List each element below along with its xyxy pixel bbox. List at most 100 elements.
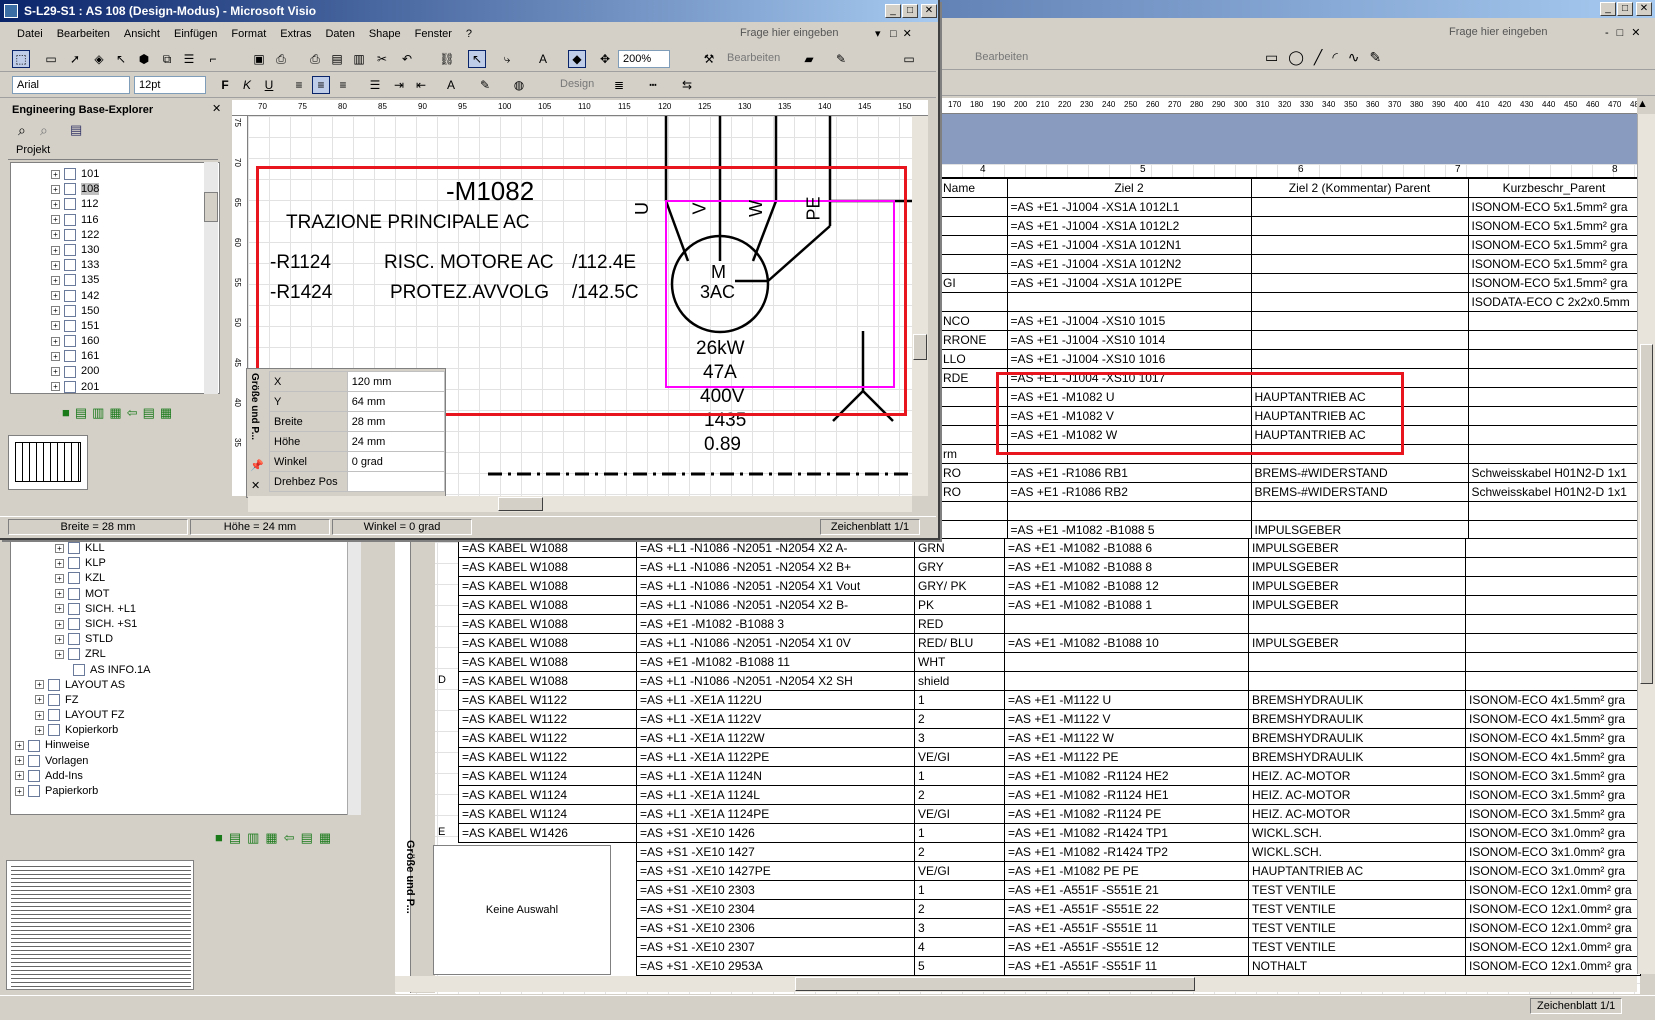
expand-icon[interactable]: +: [51, 351, 60, 361]
tree-item[interactable]: +161: [51, 349, 219, 364]
print-icon[interactable]: ⎙: [272, 50, 290, 68]
property-row[interactable]: X 120 mm: [269, 371, 446, 392]
table-row[interactable]: =AS +S1 -XE10 2303 1 =AS +E1 -A551F -S551E…: [459, 880, 1641, 900]
design-button[interactable]: Design: [560, 78, 594, 90]
table-row[interactable]: =AS KABEL W1088 =AS +L1 -N1086 -N2051 -N2…: [458, 557, 1641, 577]
visio-minimize-button[interactable]: _: [885, 4, 901, 18]
expand-icon[interactable]: +: [55, 604, 64, 614]
back-bearbeiten-dropdown[interactable]: Bearbeiten: [975, 51, 1028, 63]
property-row[interactable]: Breite 28 mm: [269, 411, 446, 432]
table-row[interactable]: LLO =AS +E1 -J1004 -XS10 1016: [940, 349, 1641, 369]
line-weight-icon[interactable]: ≣: [610, 76, 628, 94]
table-row[interactable]: =AS KABEL W1088 =AS +E1 -M1082 -B1088 11 W…: [458, 652, 1641, 672]
back-tree-scrollbar[interactable]: [347, 540, 361, 815]
props-pin-icon[interactable]: 📌: [250, 459, 264, 472]
expand-icon[interactable]: +: [55, 649, 64, 659]
undo-icon[interactable]: ↶: [398, 50, 416, 68]
table-row[interactable]: ISODATA-ECO C 2x2x0.5mm: [940, 292, 1641, 312]
indent-icon[interactable]: ⇥: [390, 76, 408, 94]
layers-icon[interactable]: ☰: [180, 50, 198, 68]
table-row[interactable]: =AS +E1 -J1004 -XS1A 1012L2 ISONOM-ECO 5x…: [940, 216, 1641, 236]
property-value[interactable]: 24 mm: [346, 431, 446, 452]
line-color-icon[interactable]: ✎: [476, 76, 494, 94]
expand-icon[interactable]: +: [55, 589, 64, 599]
expand-icon[interactable]: +: [15, 771, 24, 781]
visio-close-button[interactable]: ✕: [921, 4, 937, 18]
expand-icon[interactable]: +: [35, 725, 44, 735]
font-combo[interactable]: Arial: [12, 76, 130, 94]
doc-window-buttons[interactable]: □✕: [890, 27, 918, 40]
table-row[interactable]: =AS KABEL W1426 =AS +S1 -XE10 1426 1 =AS +E…: [458, 823, 1641, 843]
table-row[interactable]: =AS +S1 -XE10 1427PE VE/GI =AS +E1 -M1082 …: [459, 861, 1641, 881]
property-value[interactable]: [346, 471, 446, 492]
expand-icon[interactable]: +: [51, 367, 60, 377]
tree-item[interactable]: +200: [51, 364, 219, 379]
tree-item[interactable]: + FZ: [15, 693, 359, 708]
bullets-icon[interactable]: ☰: [366, 76, 384, 94]
expand-icon[interactable]: +: [51, 215, 60, 225]
expand-icon[interactable]: +: [51, 245, 60, 255]
table-row[interactable]: =AS +S1 -XE10 2306 3 =AS +E1 -A551F -S551E…: [459, 918, 1641, 938]
table-row[interactable]: =AS KABEL W1122 =AS +L1 -XE1A 1122PE VE/GI…: [458, 747, 1641, 767]
table-row[interactable]: =AS +S1 -XE10 2307 4 =AS +E1 -A551F -S551E…: [459, 937, 1641, 957]
zoom-combo[interactable]: 200%: [618, 50, 670, 68]
expand-icon[interactable]: +: [15, 741, 24, 751]
tree-item[interactable]: + Kopierkorb: [15, 723, 359, 738]
format-painter-icon[interactable]: ⚒: [700, 50, 718, 68]
tree-item[interactable]: + STLD: [15, 632, 359, 647]
drawing-horizontal-scrollbar[interactable]: [248, 496, 912, 512]
tree-item[interactable]: +151: [51, 319, 219, 334]
tree-item[interactable]: + LAYOUT AS: [15, 678, 359, 693]
pen-icon[interactable]: ✎: [832, 50, 850, 68]
expand-icon[interactable]: +: [51, 199, 60, 209]
expand-icon[interactable]: +: [51, 306, 60, 316]
visio-maximize-button[interactable]: □: [902, 4, 918, 18]
tree-item[interactable]: + SICH. +S1: [15, 617, 359, 632]
menu-item[interactable]: Ansicht: [117, 28, 167, 40]
table-row[interactable]: =AS +S1 -XE10 2953A 5 =AS +E1 -A551F -S551…: [459, 956, 1641, 976]
tree-item[interactable]: +201: [51, 380, 219, 395]
property-row[interactable]: Höhe 24 mm: [269, 431, 446, 452]
connector-icon[interactable]: ⌐: [204, 50, 222, 68]
cut-icon[interactable]: ✂: [373, 50, 391, 68]
expand-icon[interactable]: +: [51, 321, 60, 331]
explorer-list-icon[interactable]: ▤: [70, 122, 82, 138]
props-close-icon[interactable]: ✕: [251, 479, 260, 492]
back-props-side-tab[interactable]: [411, 538, 435, 993]
select-tool-icon[interactable]: ⬚: [12, 50, 30, 68]
back-close-button[interactable]: ✕: [1636, 2, 1652, 16]
expand-icon[interactable]: +: [35, 710, 44, 720]
tree-item[interactable]: + Add-Ins: [15, 769, 359, 784]
expand-icon[interactable]: +: [51, 230, 60, 240]
fill-color-icon[interactable]: ◍: [510, 76, 528, 94]
tree-item[interactable]: + Papierkorb: [15, 784, 359, 799]
table-row[interactable]: =AS KABEL W1124 =AS +L1 -XE1A 1124N 1 =AS +…: [458, 766, 1641, 786]
back-maximize-button[interactable]: □: [1617, 2, 1633, 16]
bearbeiten-dropdown[interactable]: Bearbeiten: [727, 52, 780, 64]
expand-icon[interactable]: +: [15, 786, 24, 796]
table-row[interactable]: RRONE =AS +E1 -J1004 -XS10 1014: [940, 330, 1641, 350]
tree-item[interactable]: +112: [51, 197, 219, 212]
menu-item[interactable]: Format: [224, 28, 273, 40]
table-row[interactable]: =AS +S1 -XE10 2304 2 =AS +E1 -A551F -S551E…: [459, 899, 1641, 919]
new-icon[interactable]: ▭: [42, 50, 60, 68]
tree-item[interactable]: +116: [51, 213, 219, 228]
stamp-icon[interactable]: ◆: [568, 50, 586, 68]
rectangle-icon[interactable]: ▭: [900, 50, 918, 68]
line-pattern-icon[interactable]: ┅: [644, 76, 662, 94]
expand-icon[interactable]: +: [15, 756, 24, 766]
tree-scrollbar[interactable]: [204, 162, 218, 394]
text-tool-icon[interactable]: A: [534, 50, 552, 68]
help-search-dropdown-icon[interactable]: ▾: [875, 27, 881, 40]
menu-item[interactable]: Fenster: [408, 28, 459, 40]
tree-item[interactable]: + LAYOUT FZ: [15, 708, 359, 723]
align-left-icon[interactable]: ≡: [290, 76, 308, 94]
align-center-icon[interactable]: ≡: [312, 76, 330, 94]
folder-icon[interactable]: ▰: [800, 50, 818, 68]
back-horizontal-scrollbar[interactable]: [395, 976, 1637, 992]
expand-icon[interactable]: +: [55, 634, 64, 644]
table-row[interactable]: [940, 501, 1641, 521]
menu-item[interactable]: Bearbeiten: [50, 28, 117, 40]
tree-item[interactable]: + SICH. +L1: [15, 602, 359, 617]
arrow-tool-icon[interactable]: ↖: [112, 50, 130, 68]
